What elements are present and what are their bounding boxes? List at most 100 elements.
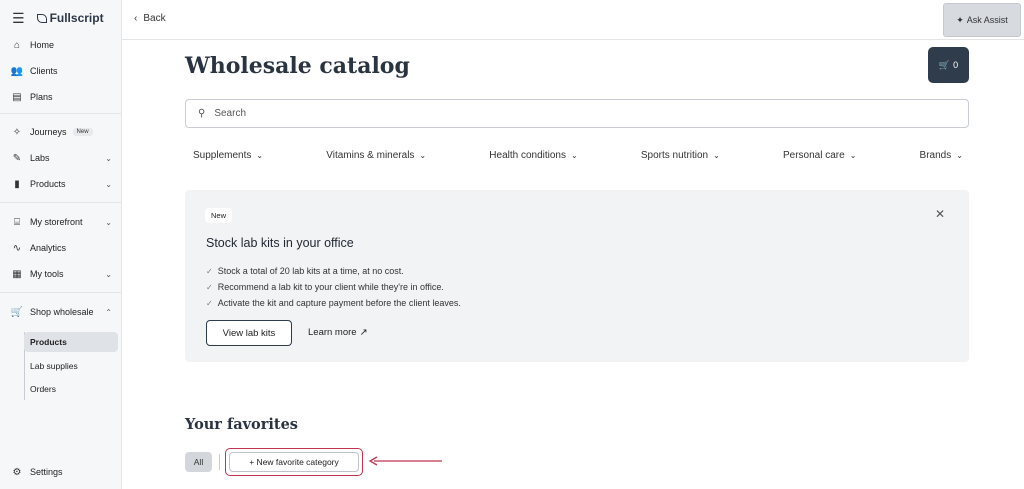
close-icon[interactable]: ✕ [935, 207, 945, 221]
users-icon: 👥 [10, 65, 24, 77]
chevron-down-icon: ⌄ [571, 151, 578, 160]
chevron-down-icon: ⌄ [105, 269, 112, 279]
chevron-down-icon: ⌄ [956, 151, 963, 160]
annotation-arrow [368, 456, 442, 466]
bullet-text: Stock a total of 20 lab kits at a time, … [217, 266, 404, 276]
banner-title: Stock lab kits in your office [206, 236, 354, 250]
sidebar-item-label: Clients [30, 66, 58, 76]
fullscript-logo[interactable]: Fullscript [36, 11, 104, 25]
dropper-icon: ✎ [12, 152, 22, 164]
sidebar-item-journeys[interactable]: ✧ Journeys New [0, 122, 122, 142]
chevron-up-icon: ⌃ [105, 307, 112, 317]
sidebar-subitem-orders[interactable]: Orders [24, 379, 118, 399]
category-label: Personal care [782, 150, 845, 161]
list-item: ✓ Activate the kit and capture payment b… [206, 295, 461, 311]
chart-line-icon: ∿ [12, 242, 22, 254]
filter-divider [219, 454, 220, 470]
chevron-down-icon: ⌄ [849, 151, 857, 160]
document-icon: ▤ [12, 91, 22, 103]
sidebar-item-analytics[interactable]: ∿ Analytics [0, 238, 122, 258]
sidebar-item-label: Labs [30, 153, 50, 163]
chevron-down-icon: ⌄ [105, 179, 112, 189]
search-input[interactable] [214, 108, 915, 119]
sidebar-item-labs[interactable]: ✎ Labs ⌄ [0, 148, 122, 168]
new-badge: New [72, 128, 93, 136]
sidebar-item-label: Products [30, 179, 66, 189]
brand-name: Fullscript [49, 11, 104, 25]
chevron-down-icon: ⌄ [105, 153, 112, 163]
cart-count: 0 [953, 60, 959, 70]
sidebar-subitem-label: Lab supplies [30, 361, 78, 371]
sidebar-item-clients[interactable]: 👥 Clients [0, 61, 122, 81]
hamburger-menu-icon[interactable]: ☰ [12, 10, 25, 27]
category-label: Brands [919, 150, 952, 161]
gear-icon: ⚙ [12, 466, 22, 478]
back-button[interactable]: ‹ Back [134, 13, 166, 24]
sidebar-subitem-products[interactable]: Products [24, 332, 118, 352]
sidebar-item-label: Plans [30, 92, 53, 102]
checkmark-icon: ✓ [206, 266, 213, 276]
sidebar-subitem-label: Products [30, 337, 67, 347]
category-label: Health conditions [489, 150, 566, 161]
sparkle-icon: ✦ [956, 14, 964, 25]
category-supplements[interactable]: Supplements ⌄ [193, 150, 263, 161]
list-item: ✓ Stock a total of 20 lab kits at a time… [206, 263, 461, 279]
chevron-down-icon: ⌄ [105, 217, 112, 227]
sidebar-item-plans[interactable]: ▤ Plans [0, 87, 122, 107]
category-personal-care[interactable]: Personal care ⌄ [783, 150, 856, 161]
ask-assist-label: Ask Assist [966, 15, 1008, 25]
favorites-heading: Your favorites [185, 416, 298, 433]
category-sports-nutrition[interactable]: Sports nutrition ⌄ [641, 150, 720, 161]
sidebar-item-label: My tools [30, 269, 64, 279]
ask-assist-button[interactable]: ✦ Ask Assist [943, 3, 1021, 37]
checkmark-icon: ✓ [206, 282, 213, 292]
chevron-down-icon: ⌄ [256, 151, 264, 160]
external-link-icon: ↗ [359, 327, 368, 338]
category-label: Supplements [193, 150, 252, 161]
bullet-text: Activate the kit and capture payment bef… [217, 298, 461, 308]
lab-kits-banner: New ✕ Stock lab kits in your office ✓ St… [185, 190, 969, 362]
sidebar-item-products[interactable]: ▮ Products ⌄ [0, 174, 122, 194]
sidebar-item-label: Home [30, 40, 55, 50]
bottle-icon: ▮ [14, 178, 20, 190]
new-badge: New [205, 208, 233, 223]
leaf-logo-icon [36, 13, 47, 23]
sidebar-subitem-lab-supplies[interactable]: Lab supplies [24, 356, 118, 376]
cart-icon: 🛒 [938, 59, 951, 70]
category-brands[interactable]: Brands ⌄ [920, 150, 963, 161]
tools-icon: ▦ [12, 268, 22, 280]
sidebar-item-settings[interactable]: ⚙ Settings [0, 462, 122, 482]
category-health-conditions[interactable]: Health conditions ⌄ [489, 150, 577, 161]
sparkle-icon: ✧ [12, 126, 22, 138]
bullet-text: Recommend a lab kit to your client while… [217, 282, 444, 292]
category-nav: Supplements ⌄ Vitamins & minerals ⌄ Heal… [193, 150, 963, 161]
cart-icon: 🛒 [10, 306, 24, 318]
sidebar-divider [0, 202, 122, 203]
view-lab-kits-button[interactable]: View lab kits [206, 320, 292, 346]
sidebar-item-label: Journeys [30, 127, 67, 137]
top-bar: ‹ Back ✦ Ask Assist [122, 0, 1024, 40]
favorites-filter-all[interactable]: All [185, 452, 212, 472]
new-favorite-category-button[interactable]: + New favorite category [229, 452, 359, 472]
sidebar-item-my-storefront[interactable]: ⌸ My storefront ⌄ [0, 212, 122, 232]
chevron-down-icon: ⌄ [713, 151, 720, 160]
chevron-left-icon: ‹ [134, 13, 138, 24]
sidebar-item-home[interactable]: ⌂ Home [0, 35, 122, 55]
sidebar-header: ☰ Fullscript [0, 0, 121, 36]
back-label: Back [143, 13, 166, 24]
sidebar-divider [0, 113, 122, 114]
sidebar-item-shop-wholesale[interactable]: 🛒 Shop wholesale ⌃ [0, 302, 122, 322]
learn-more-label: Learn more [308, 327, 357, 338]
chevron-down-icon: ⌄ [419, 151, 427, 160]
learn-more-link[interactable]: Learn more ↗ [308, 327, 368, 338]
cart-button[interactable]: 🛒 0 [928, 47, 969, 83]
category-vitamins-minerals[interactable]: Vitamins & minerals ⌄ [326, 150, 426, 161]
search-bar[interactable]: ⚲ [185, 99, 969, 128]
list-item: ✓ Recommend a lab kit to your client whi… [206, 279, 461, 295]
sidebar-item-label: Settings [30, 467, 63, 477]
sidebar-item-label: Shop wholesale [30, 307, 94, 317]
sidebar: ☰ Fullscript ⌂ Home 👥 Clients ▤ Plans ✧ … [0, 0, 122, 489]
page-title: Wholesale catalog [185, 53, 410, 79]
sidebar-item-my-tools[interactable]: ▦ My tools ⌄ [0, 264, 122, 284]
banner-bullet-list: ✓ Stock a total of 20 lab kits at a time… [206, 263, 461, 311]
